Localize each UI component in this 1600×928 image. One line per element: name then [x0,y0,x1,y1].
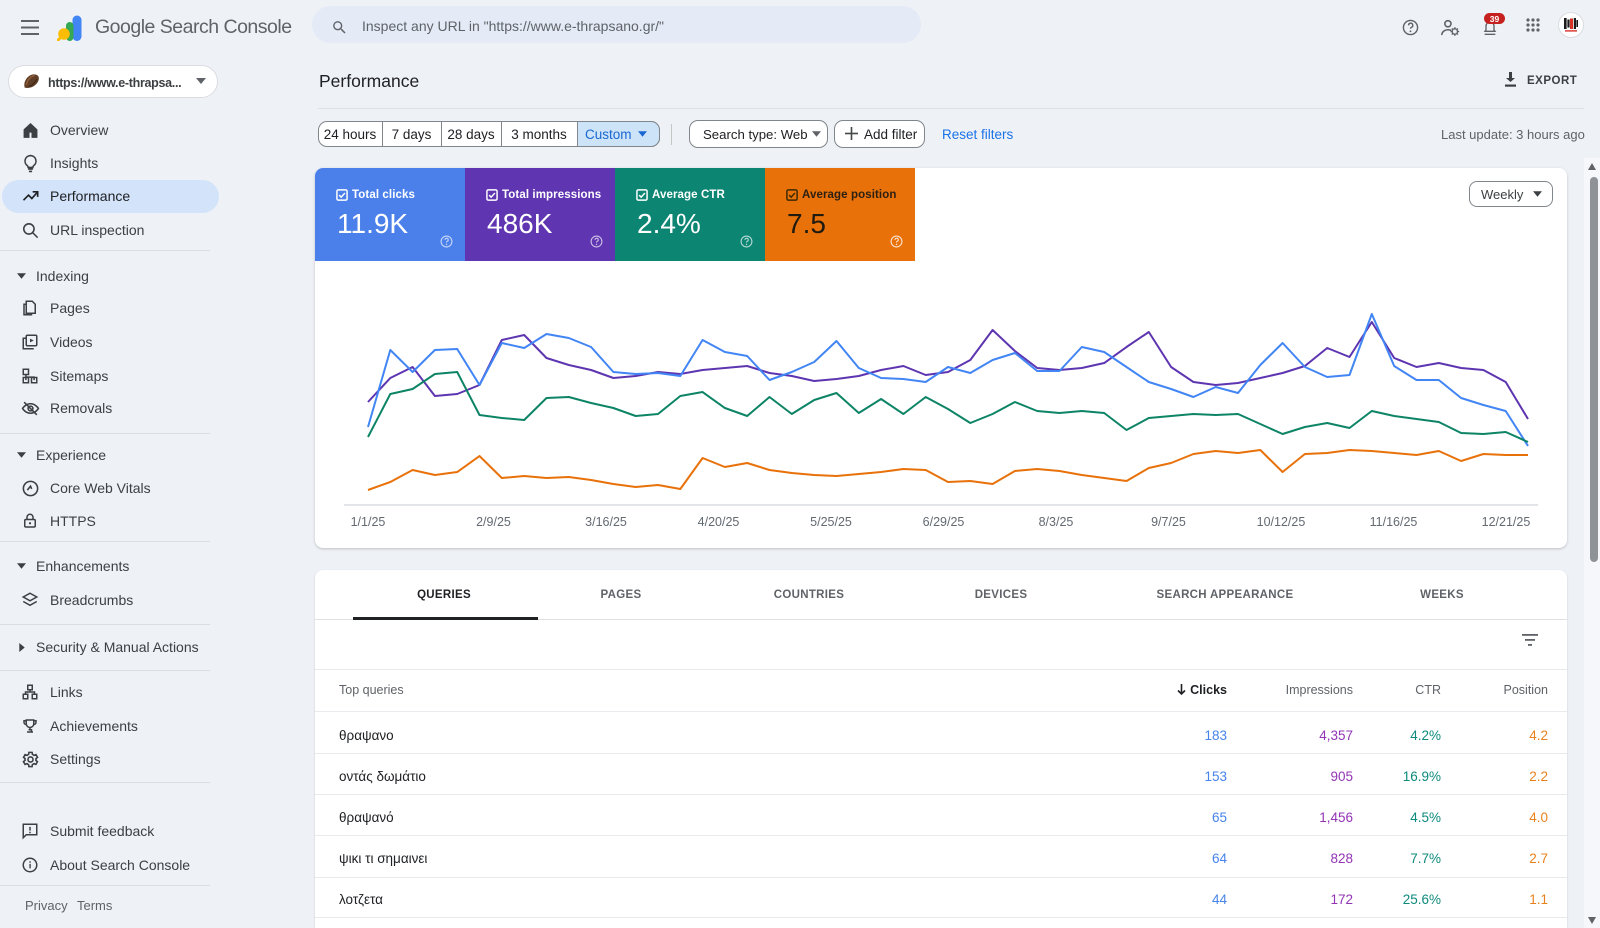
svg-text:8/3/25: 8/3/25 [1039,515,1074,529]
svg-text:4/20/25: 4/20/25 [698,515,740,529]
svg-text:5/25/25: 5/25/25 [810,515,852,529]
svg-text:11/16/25: 11/16/25 [1370,515,1418,529]
svg-text:12/21/25: 12/21/25 [1482,515,1531,529]
svg-text:3/16/25: 3/16/25 [585,515,627,529]
svg-text:6/29/25: 6/29/25 [923,515,965,529]
svg-text:1/1/25: 1/1/25 [351,515,386,529]
svg-text:10/12/25: 10/12/25 [1257,515,1306,529]
svg-text:2/9/25: 2/9/25 [476,515,511,529]
svg-text:9/7/25: 9/7/25 [1151,515,1186,529]
